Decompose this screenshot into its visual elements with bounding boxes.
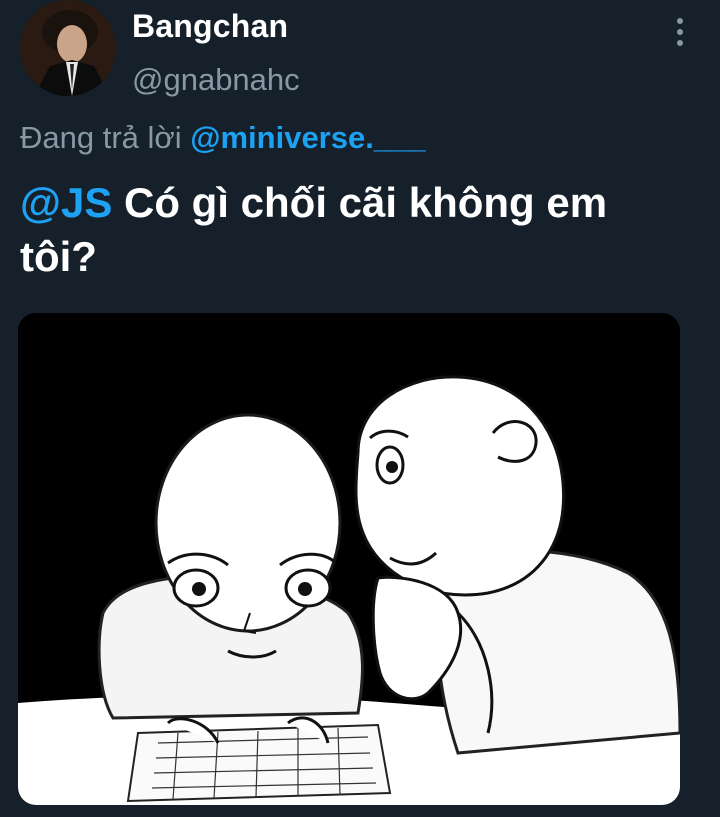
sketch-illustration — [18, 313, 680, 805]
user-handle[interactable]: @gnabnahc — [132, 62, 300, 98]
more-vertical-icon-dot — [677, 29, 683, 35]
replying-to-label: Đang trả lời — [20, 120, 182, 155]
more-options-button[interactable] — [664, 14, 696, 50]
tweet: Bangchan @gnabnahc Đang trả lời @miniver… — [0, 0, 720, 817]
avatar[interactable] — [20, 0, 116, 96]
replying-to: Đang trả lời @miniverse.___ — [20, 120, 426, 156]
replying-to-mention[interactable]: @miniverse.___ — [190, 120, 425, 155]
tweet-text: @JS Có gì chối cãi không em tôi? — [20, 176, 680, 284]
more-vertical-icon — [677, 18, 683, 24]
avatar-image — [20, 0, 116, 96]
display-name[interactable]: Bangchan — [132, 8, 288, 45]
tweet-mention[interactable]: @JS — [20, 179, 112, 226]
tweet-media-image[interactable] — [18, 313, 680, 805]
more-vertical-icon-dot — [677, 40, 683, 46]
